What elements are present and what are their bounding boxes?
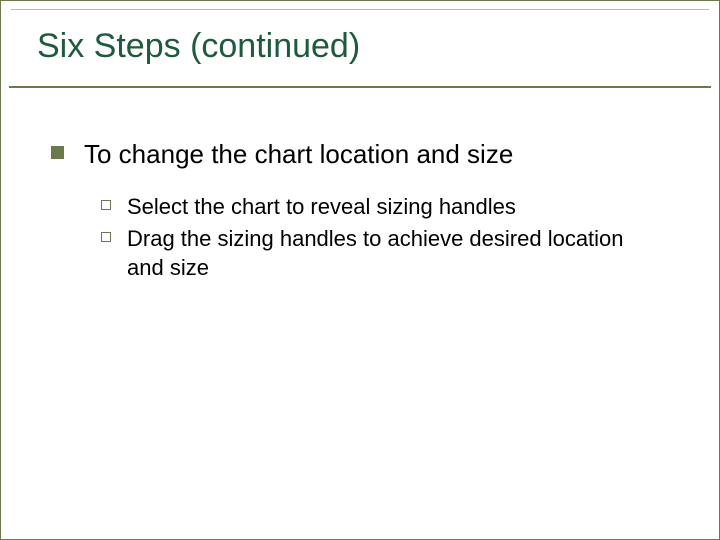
bullet-hollow-square-icon bbox=[101, 200, 111, 210]
main-point: To change the chart location and size bbox=[51, 138, 679, 171]
list-item: Select the chart to reveal sizing handle… bbox=[101, 193, 679, 222]
list-item: Drag the sizing handles to achieve desir… bbox=[101, 225, 679, 282]
slide-container: Six Steps (continued) To change the char… bbox=[0, 0, 720, 540]
main-point-text: To change the chart location and size bbox=[84, 138, 513, 171]
sub-point-text: Drag the sizing handles to achieve desir… bbox=[127, 225, 647, 282]
sub-point-text: Select the chart to reveal sizing handle… bbox=[127, 193, 516, 222]
bullet-hollow-square-icon bbox=[101, 232, 111, 242]
bullet-filled-square-icon bbox=[51, 146, 64, 159]
content-area: To change the chart location and size Se… bbox=[1, 88, 719, 326]
slide-title: Six Steps (continued) bbox=[37, 25, 683, 76]
title-top-rule bbox=[11, 9, 709, 10]
sub-point-list: Select the chart to reveal sizing handle… bbox=[101, 193, 679, 283]
title-area: Six Steps (continued) bbox=[9, 7, 711, 88]
